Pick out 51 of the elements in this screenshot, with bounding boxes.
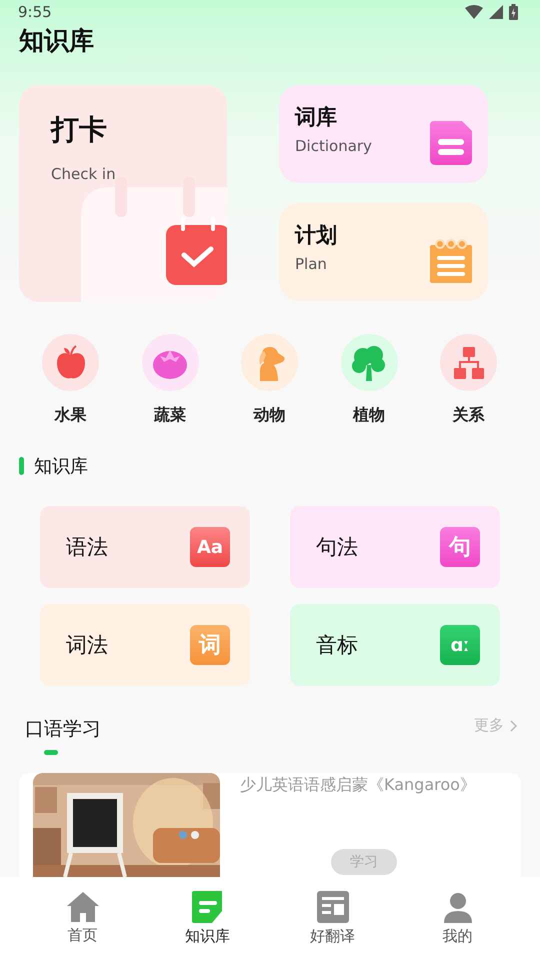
tab[interactable]: 知识库 [162, 891, 252, 946]
category-label: 关系 [452, 405, 484, 426]
lesson-title: 少儿英语语感启蒙《Kangaroo》 [240, 775, 476, 796]
tree-icon [351, 344, 387, 380]
notepad-icon [430, 239, 472, 284]
checkin-card[interactable]: 打卡 Check in [19, 85, 227, 302]
category-label: 水果 [54, 405, 86, 426]
status-time: 9:55 [18, 3, 52, 22]
category-item[interactable]: 动物 [241, 334, 298, 426]
card-subtitle: Dictionary [295, 137, 372, 156]
battery-icon [509, 4, 518, 20]
note-icon [192, 891, 224, 923]
apple-icon [54, 344, 86, 380]
category-label: 动物 [254, 405, 286, 426]
card-title: 词库 [295, 104, 338, 132]
section-title: 知识库 [34, 455, 88, 478]
hierarchy-icon [454, 346, 484, 378]
feature-card[interactable]: 计划 Plan [279, 203, 488, 302]
chevron-icon [510, 720, 518, 732]
wifi-icon [465, 5, 483, 20]
tab[interactable]: 我的 [412, 891, 502, 946]
category-item[interactable]: 蔬菜 [142, 334, 198, 426]
card-title: 计划 [295, 222, 337, 250]
feature-card[interactable]: 词库 Dictionary [279, 85, 488, 184]
newspaper-icon [316, 891, 348, 923]
category-label: 蔬菜 [154, 405, 186, 426]
knowledge-tile[interactable]: 句法 句 [290, 506, 500, 588]
tab[interactable]: 好翻译 [288, 891, 378, 946]
section-title: 口语学习 [25, 717, 101, 742]
knowledge-tile[interactable]: 音标 ɑː [290, 604, 500, 686]
page-title: 知识库 [18, 25, 95, 58]
card-subtitle: Check in [51, 165, 117, 184]
card-subtitle: Plan [295, 255, 328, 274]
tile-badge: 词 [190, 625, 230, 665]
section-marker [44, 750, 58, 755]
document-icon [430, 121, 472, 166]
signal-icon [489, 5, 503, 20]
category-item[interactable]: 水果 [42, 334, 99, 426]
tile-badge: Aa [190, 527, 230, 567]
section-marker [19, 457, 24, 475]
category-label: 植物 [353, 405, 385, 426]
category-item[interactable]: 关系 [440, 334, 497, 426]
knowledge-tile[interactable]: 词法 词 [40, 604, 250, 686]
home-icon [66, 892, 98, 922]
tile-badge: ɑː [440, 625, 480, 665]
card-title: 打卡 [51, 112, 108, 148]
person-icon [442, 891, 474, 923]
knowledge-tile[interactable]: 语法 Aa [40, 506, 250, 588]
tab[interactable]: 首页 [38, 892, 128, 945]
tile-badge: 句 [440, 527, 480, 567]
category-item[interactable]: 植物 [340, 334, 398, 426]
